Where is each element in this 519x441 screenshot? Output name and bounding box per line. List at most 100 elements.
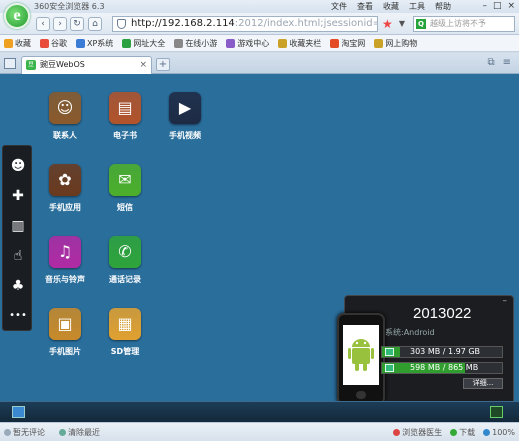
comment-icon xyxy=(4,429,11,436)
monitor-icon[interactable] xyxy=(490,406,503,418)
app-icon-item[interactable]: ✆ 通话记录 xyxy=(98,236,152,285)
bookmark-item[interactable]: 收藏 xyxy=(4,38,31,49)
shield-icon xyxy=(117,19,126,29)
app-icon: ▣ xyxy=(49,308,81,340)
bookmark-item[interactable]: 游戏中心 xyxy=(226,38,269,49)
sd-storage-bar: 598 MB / 865 MB xyxy=(381,362,503,374)
details-button[interactable]: 详细... xyxy=(463,378,503,389)
tab-webos[interactable]: 豆 豌豆WebOS × xyxy=(21,56,152,74)
title-bar: 360安全浏览器 6.3 文件 查看 收藏 工具 帮助 – □ × xyxy=(0,0,519,13)
minimize-button[interactable]: – xyxy=(482,1,487,11)
browser-doctor[interactable]: 浏览器医生 xyxy=(393,427,442,438)
navigation-bar: ‹ › ↻ ⌂ http://192.168.2.114:2012/index.… xyxy=(0,13,519,35)
search-input[interactable]: Q 越级上访将不予 xyxy=(413,16,515,32)
device-id: 2013022 xyxy=(413,305,472,322)
bookmark-item[interactable]: 在线小游 xyxy=(174,38,217,49)
bookmark-item[interactable]: 谷歌 xyxy=(40,38,67,49)
webos-desktop: ☻ ✚ ▥ ☝ ♣ ••• ☺ 联系人 ▤ 电子书 ▶ 手机视频 ✿ 手机应用 ✉ 短信 ♫ 音乐与铃声 ✆ 通话记… xyxy=(0,74,519,422)
tab-bar: 豆 豌豆WebOS × + ⧉ ≡ xyxy=(0,53,519,74)
android-logo-icon xyxy=(348,339,374,371)
maximize-button[interactable]: □ xyxy=(493,1,502,11)
restore-tabs-icon[interactable]: ⧉ xyxy=(487,57,494,68)
add-contact-icon[interactable]: ☻ xyxy=(3,154,33,178)
forward-button[interactable]: › xyxy=(53,17,67,31)
app-label: 手机图片 xyxy=(49,347,81,356)
app-icon-item[interactable]: ▦ SD管理 xyxy=(98,308,152,357)
app-icon: ♫ xyxy=(49,236,81,268)
search-placeholder: 越级上访将不予 xyxy=(430,19,486,28)
new-message-icon[interactable]: ✚ xyxy=(3,184,33,208)
back-button[interactable]: ‹ xyxy=(36,17,50,31)
app-icon-item[interactable]: ▣ 手机图片 xyxy=(38,308,92,357)
app-label: SD管理 xyxy=(110,347,140,356)
bookmark-icon xyxy=(374,38,384,48)
app-label: 音乐与铃声 xyxy=(45,275,85,284)
bookmark-icon xyxy=(40,38,49,48)
app-icon-item[interactable]: ✿ 手机应用 xyxy=(38,164,92,213)
download-icon xyxy=(450,429,458,436)
phone-storage-icon xyxy=(385,348,394,356)
app-label: 手机视频 xyxy=(169,131,201,140)
zoom-icon xyxy=(483,429,491,436)
menu-file[interactable]: 文件 xyxy=(331,1,347,12)
refresh-button[interactable]: ↻ xyxy=(70,17,84,31)
sidebar-toggle-icon[interactable] xyxy=(4,58,16,69)
bookmarks-bar: 收藏 谷歌 XP系统 网址大全 在线小游 游戏中心 收藏夹栏 淘宝网 网上购物 xyxy=(0,35,519,52)
app-icon-item[interactable]: ▤ 电子书 xyxy=(98,92,152,141)
tab-favicon-icon: 豆 xyxy=(26,60,36,70)
bookmark-icon xyxy=(330,38,340,48)
bookmark-icon xyxy=(76,38,85,48)
app-icon: ▤ xyxy=(109,92,141,124)
new-tab-button[interactable]: + xyxy=(156,58,170,71)
bookmark-icon xyxy=(278,38,288,48)
menu-bar: 文件 查看 收藏 工具 帮助 xyxy=(331,1,451,12)
tab-close-icon[interactable]: × xyxy=(139,57,147,73)
downloads[interactable]: 下载 xyxy=(450,427,475,438)
tab-label: 豌豆WebOS xyxy=(40,60,85,69)
bookmark-item[interactable]: XP系统 xyxy=(76,38,113,49)
more-icon[interactable]: ••• xyxy=(3,304,33,328)
bookmark-item[interactable]: 网上购物 xyxy=(374,38,417,49)
menu-help[interactable]: 帮助 xyxy=(435,1,451,12)
bookmark-icon xyxy=(226,38,236,48)
app-icon-item[interactable]: ♫ 音乐与铃声 xyxy=(38,236,92,285)
sd-card-icon[interactable]: ▥ xyxy=(3,214,33,238)
menu-view[interactable]: 查看 xyxy=(357,1,373,12)
bookmark-item[interactable]: 收藏夹栏 xyxy=(278,38,321,49)
bookmark-item[interactable]: 淘宝网 xyxy=(330,38,365,49)
status-bar: 暂无评论 清除最近 浏览器医生 下载 100% xyxy=(0,422,519,441)
url-host: http://192.168.2.114 xyxy=(131,18,235,29)
bookmark-icon xyxy=(174,38,184,48)
bookmark-star-icon[interactable]: ★ xyxy=(382,17,393,31)
app-icon: ▦ xyxy=(109,308,141,340)
menu-tools[interactable]: 工具 xyxy=(409,1,425,12)
address-dropdown-button[interactable]: ▼ xyxy=(396,17,408,31)
bookmark-item[interactable]: 网址大全 xyxy=(122,38,165,49)
qq-icon[interactable]: ♣ xyxy=(3,274,33,298)
app-icon-item[interactable]: ▶ 手机视频 xyxy=(158,92,212,141)
window-controls: – □ × xyxy=(482,1,515,11)
panel-minimize-button[interactable]: – xyxy=(503,296,508,306)
like-icon[interactable]: ☝ xyxy=(3,244,33,268)
tab-menu-icon[interactable]: ≡ xyxy=(503,57,511,68)
menu-favorites[interactable]: 收藏 xyxy=(383,1,399,12)
app-icon: ✆ xyxy=(109,236,141,268)
search-engine-icon[interactable]: Q xyxy=(416,19,426,29)
phone-image xyxy=(337,313,385,405)
app-icon: ▶ xyxy=(169,92,201,124)
show-desktop-icon[interactable] xyxy=(12,406,25,418)
address-bar[interactable]: http://192.168.2.114:2012/index.html;jse… xyxy=(112,16,378,32)
home-button[interactable]: ⌂ xyxy=(88,17,102,31)
zoom-level[interactable]: 100% xyxy=(483,428,515,437)
app-label: 联系人 xyxy=(53,131,77,140)
url-path: :2012/index.html;jsessionid=153xx xyxy=(234,18,377,29)
device-panel: – 2013022 系统:Android 303 MB / 1.97 GB 59… xyxy=(337,295,514,413)
clear-recent[interactable]: 清除最近 xyxy=(59,427,100,438)
close-window-button[interactable]: × xyxy=(507,1,515,11)
sd-storage-text: 598 MB / 865 MB xyxy=(410,363,479,372)
app-icon-item[interactable]: ☺ 联系人 xyxy=(38,92,92,141)
comments-status[interactable]: 暂无评论 xyxy=(4,427,45,438)
app-icon-item[interactable]: ✉ 短信 xyxy=(98,164,152,213)
phone-home-button xyxy=(356,391,366,399)
device-os: 系统:Android xyxy=(385,328,435,337)
